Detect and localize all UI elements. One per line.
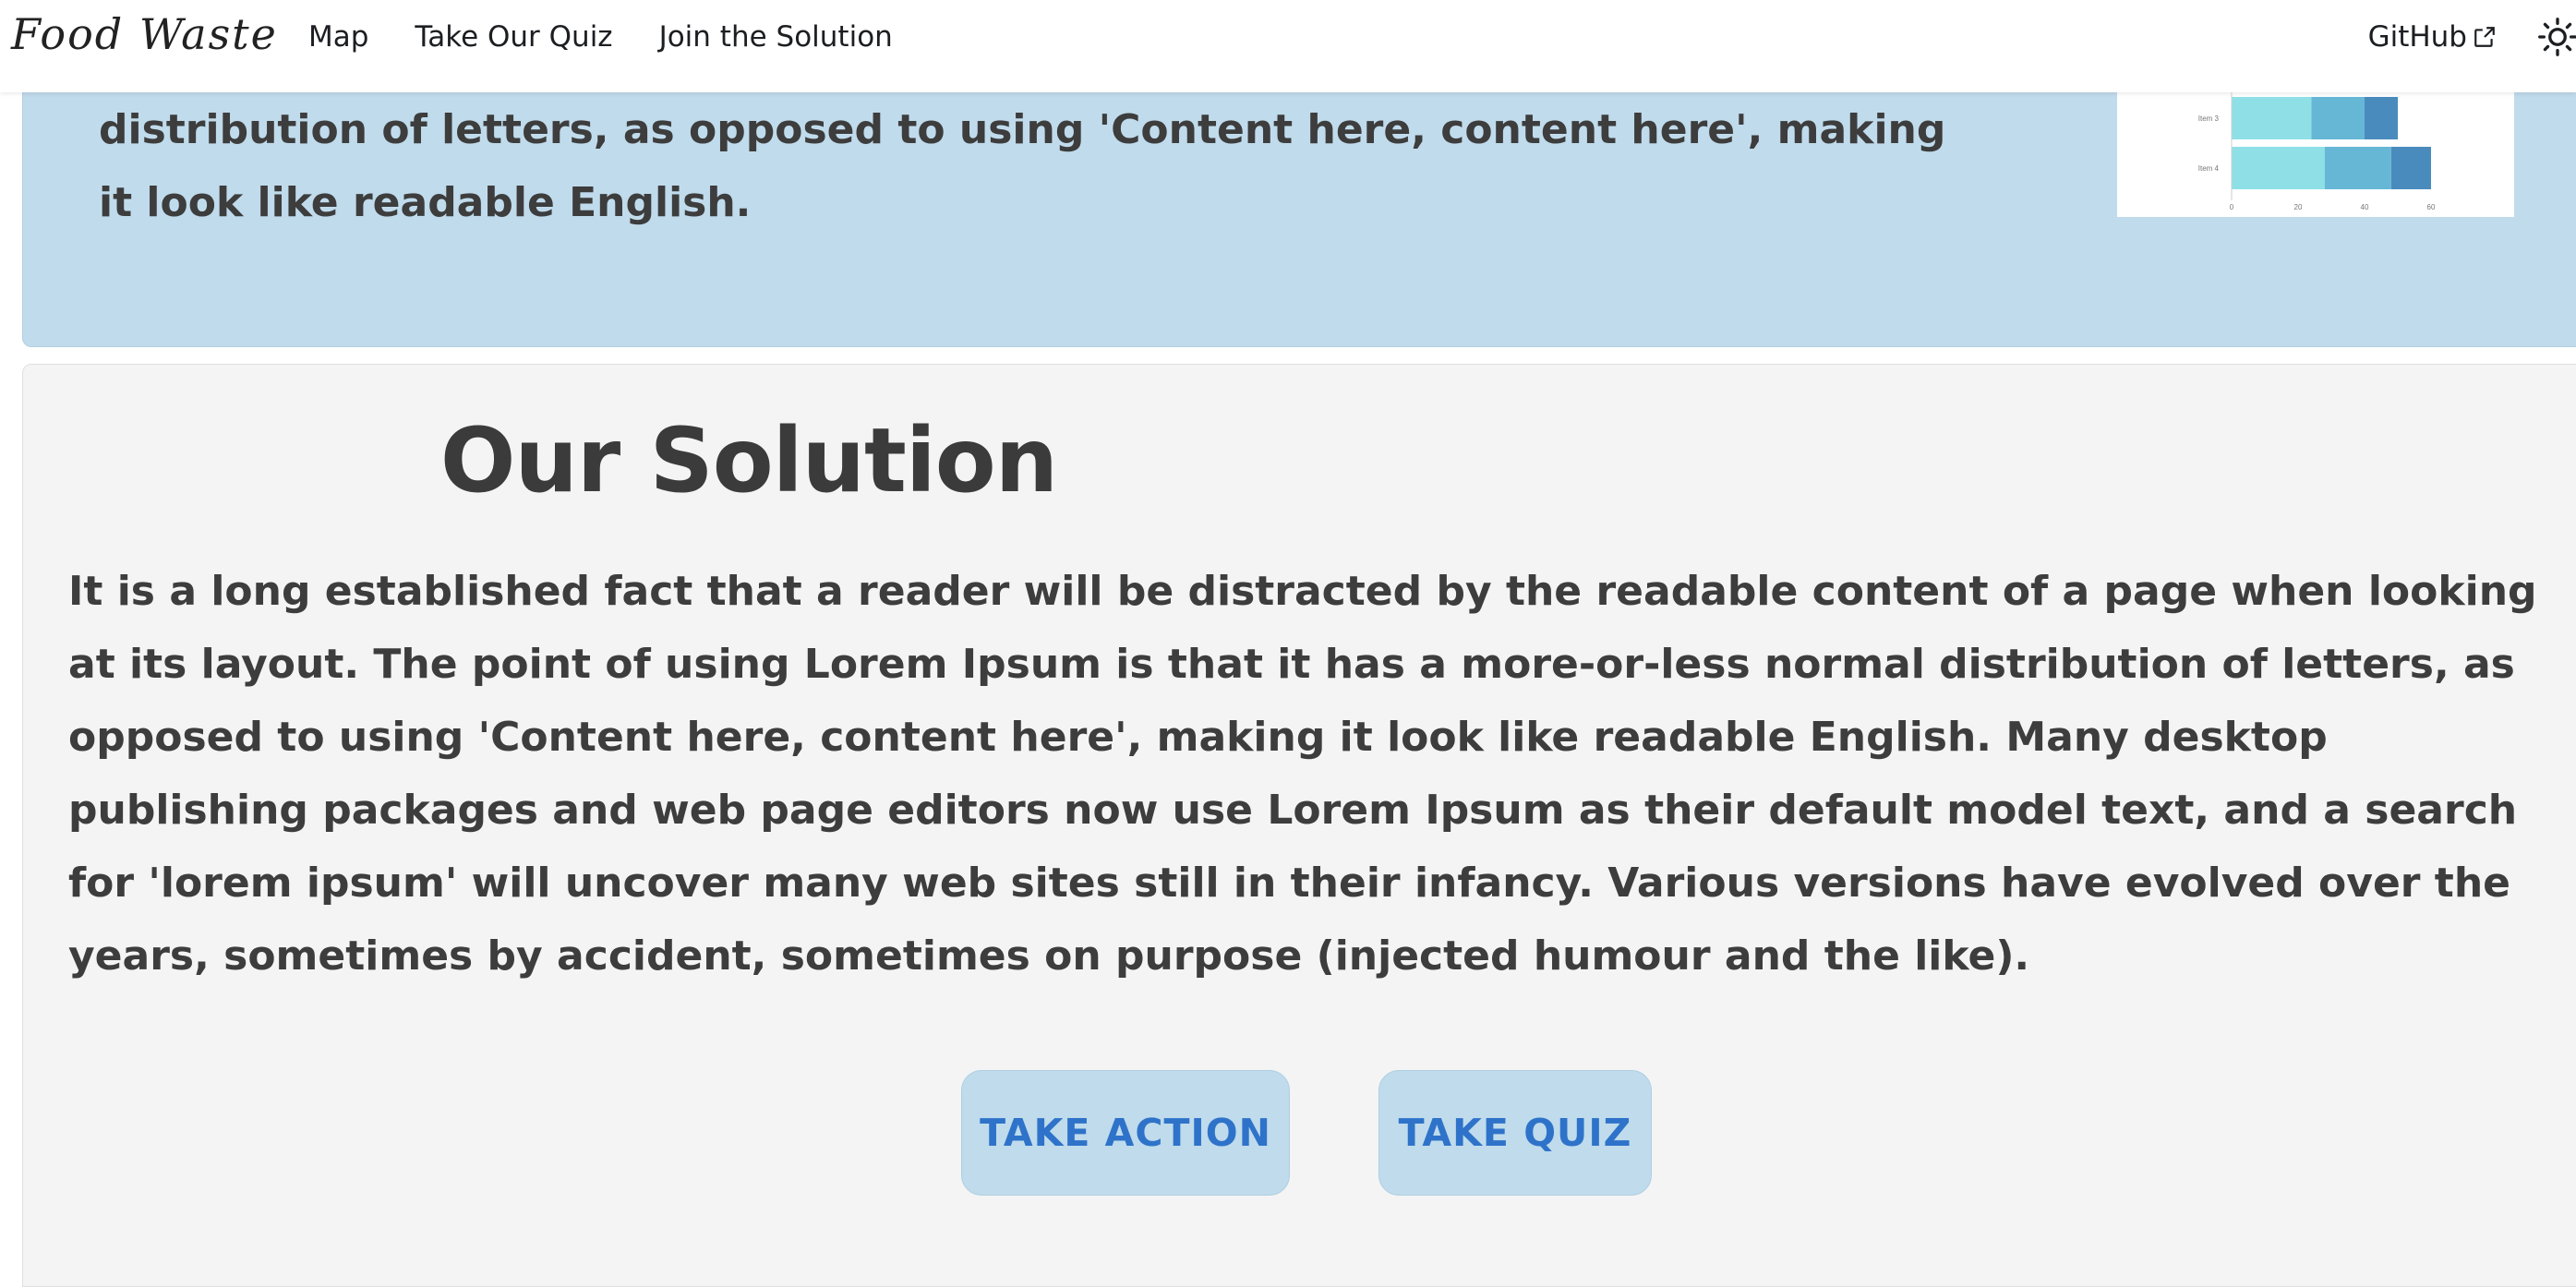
take-quiz-button[interactable]: TAKE QUIZ [1378, 1070, 1652, 1196]
chart-bar [2232, 147, 2325, 189]
github-link[interactable]: GitHub [2368, 20, 2497, 54]
solution-section: Our Solution It is a long established fa… [22, 364, 2576, 1287]
sun-icon [2538, 18, 2576, 56]
nav-link-quiz[interactable]: Take Our Quiz [415, 20, 612, 54]
nav-link-join[interactable]: Join the Solution [659, 20, 893, 54]
chart-bar [2232, 97, 2312, 139]
external-link-icon [2474, 27, 2495, 47]
theme-toggle-button[interactable] [2535, 15, 2576, 59]
chart-tick-label: 60 [2427, 203, 2436, 211]
bar-chart-thumbnail: Item 3 Item 4 0 20 40 60 [2117, 86, 2514, 217]
solution-title: Our Solution [439, 409, 1058, 512]
solution-body: It is a long established fact that a rea… [68, 568, 2537, 980]
chart-bar [2365, 97, 2398, 139]
chart-bar [2324, 147, 2391, 189]
chart-tick-label: 40 [2361, 203, 2369, 211]
chart-category-label: Item 3 [2198, 114, 2220, 123]
nav-right: GitHub [2368, 18, 2576, 56]
take-action-button[interactable]: TAKE ACTION [961, 1070, 1290, 1196]
nav-links: Map Take Our Quiz Join the Solution [308, 20, 893, 54]
github-label: GitHub [2367, 20, 2467, 54]
chart-bar [2311, 97, 2365, 139]
nav-link-map[interactable]: Map [308, 20, 368, 54]
brand-logo[interactable]: Food Waste [11, 9, 278, 59]
chart-category-label: Item 4 [2198, 164, 2220, 173]
hero-text: distribution of letters, as opposed to u… [99, 106, 1946, 226]
chart-tick-label: 20 [2294, 203, 2303, 211]
chart-tick-label: 0 [2230, 203, 2234, 211]
chart-bar [2390, 147, 2431, 189]
navbar: Food Waste Map Take Our Quiz Join the So… [0, 0, 2576, 92]
